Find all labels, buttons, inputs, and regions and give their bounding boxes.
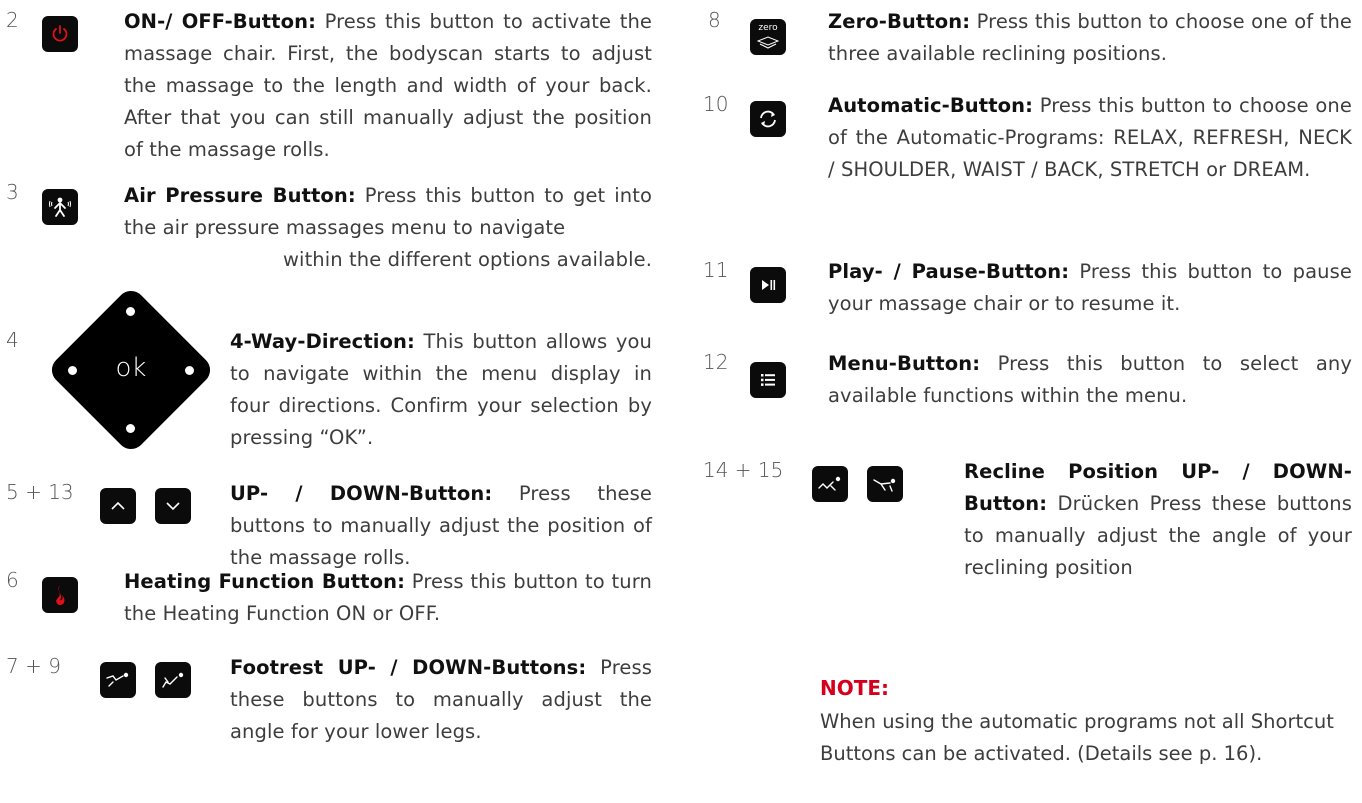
zero-title: Zero-Button: xyxy=(828,10,971,33)
four-way-direction-pad: ok xyxy=(46,285,216,455)
item-number: 6 xyxy=(6,568,19,592)
recline-up-icon xyxy=(812,466,848,502)
air-title: Air Pressure Button: xyxy=(124,184,356,207)
item-number: 3 xyxy=(6,180,19,204)
item-number: 10 xyxy=(703,92,729,116)
footrest-description: Footrest UP- / DOWN-Buttons: Press these… xyxy=(230,652,652,748)
note-heading: NOTE: xyxy=(820,676,890,700)
updown-title: UP- / DOWN-Button: xyxy=(230,482,493,505)
onoff-title: ON-/ OFF-Button: xyxy=(124,10,316,33)
item-number: 4 xyxy=(6,328,19,352)
item-number: 8 xyxy=(708,8,721,32)
heating-flame-icon xyxy=(42,577,78,613)
heating-description: Heating Function Button: Press this butt… xyxy=(124,566,652,630)
item-number: 14 + 15 xyxy=(703,458,784,482)
automatic-title: Automatic-Button: xyxy=(828,94,1033,117)
zero-gravity-icon: zero xyxy=(750,19,786,55)
air-pressure-icon xyxy=(42,189,78,225)
power-button-icon xyxy=(42,16,78,52)
automatic-description: Automatic-Button: Press this button to c… xyxy=(828,90,1352,186)
footrest-down-icon xyxy=(155,662,191,698)
direction-description: 4-Way-Direction: This button allows you … xyxy=(230,326,652,454)
play-description: Play- / Pause-Button: Press this button … xyxy=(828,256,1352,320)
updown-description: UP- / DOWN-Button: Press these buttons t… xyxy=(230,478,652,574)
item-number: 2 xyxy=(6,8,19,32)
refresh-cycle-icon xyxy=(750,101,786,137)
footrest-up-icon xyxy=(100,662,136,698)
zero-icon-label: zero xyxy=(758,23,778,33)
footrest-title: Footrest UP- / DOWN-Buttons: xyxy=(230,656,587,679)
play-pause-icon xyxy=(750,267,786,303)
item-number: 7 + 9 xyxy=(6,654,61,678)
item-number: 5 + 13 xyxy=(6,480,74,504)
air-description-continued: within the different options available. xyxy=(283,248,652,271)
recline-down-icon xyxy=(867,466,903,502)
menu-description: Menu-Button: Press this button to select… xyxy=(828,348,1352,412)
down-dot-icon xyxy=(126,424,135,433)
heating-title: Heating Function Button: xyxy=(124,570,405,593)
item-number: 12 xyxy=(703,350,729,374)
direction-title: 4-Way-Direction: xyxy=(230,330,415,353)
ok-label: ok xyxy=(115,353,147,383)
air-description: Air Pressure Button: Press this button t… xyxy=(124,180,652,244)
item-number: 11 xyxy=(703,258,729,282)
menu-list-icon xyxy=(750,362,786,398)
zero-description: Zero-Button: Press this button to choose… xyxy=(828,6,1352,70)
chevron-up-icon xyxy=(100,488,136,524)
up-dot-icon xyxy=(126,307,135,316)
chevron-down-icon xyxy=(155,488,191,524)
onoff-description: ON-/ OFF-Button: Press this button to ac… xyxy=(124,6,652,166)
menu-title: Menu-Button: xyxy=(828,352,981,375)
play-title: Play- / Pause-Button: xyxy=(828,260,1070,283)
note-text: When using the automatic programs not al… xyxy=(820,710,1334,765)
recline-description: Recline Position UP- / DOWN-Button: Drüc… xyxy=(964,456,1352,584)
